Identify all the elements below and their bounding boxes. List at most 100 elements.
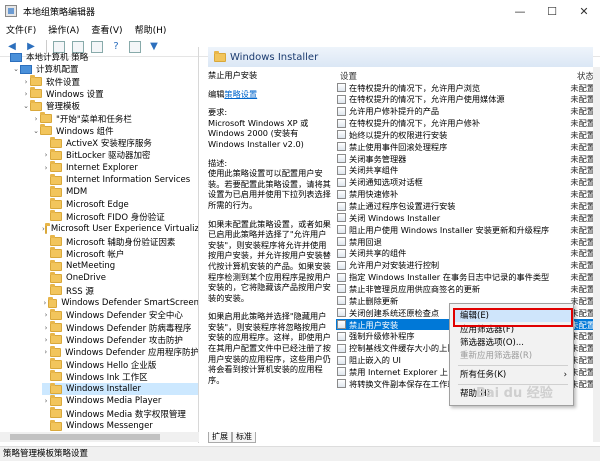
tree-item[interactable]: › Windows Defender SmartScreen [42, 296, 198, 309]
tree-horizontal-scrollbar[interactable] [0, 432, 199, 442]
setting-row[interactable]: 关闭通知选项对话框 未配置 [336, 177, 595, 188]
tree-item[interactable]: › BitLocker 驱动器加密 [42, 148, 198, 161]
setting-row[interactable]: 关闭事务管理器 未配置 [336, 153, 595, 164]
setting-row[interactable]: 禁止通过程序包设置进行安装 未配置 [336, 201, 595, 212]
menu-item-filter-options[interactable]: 筛选器选项(O)... [454, 337, 571, 349]
chevron-right-icon[interactable]: › [42, 348, 50, 356]
tree-item-label: Windows 组件 [56, 126, 114, 137]
setting-row[interactable]: 阻止用户使用 Windows Installer 安装更新和升级程序 未配置 [336, 224, 595, 235]
column-header-setting[interactable]: 设置 [340, 70, 357, 82]
setting-row[interactable]: 指定 Windows Installer 在事务日志中记录的事件类型 未配置 [336, 272, 595, 283]
tree-item[interactable]: MDM [42, 185, 198, 198]
chevron-right-icon[interactable]: › [42, 151, 50, 159]
setting-name: 关闭通知选项对话框 [349, 177, 423, 188]
edit-policy-link[interactable]: 策略设置 [224, 89, 257, 99]
menu-file[interactable]: 文件(F) [0, 23, 42, 36]
tree-item[interactable]: RSS 源 [42, 284, 198, 297]
setting-row[interactable]: 禁止非管理员应用供应商签名的更新 未配置 [336, 283, 595, 294]
tree-item[interactable]: ⌄ 计算机配置 [12, 63, 198, 76]
setting-state: 未配置 [570, 224, 595, 235]
tree-item[interactable]: 本地计算机 策略 [2, 51, 198, 63]
maximize-button[interactable]: ☐ [536, 0, 568, 22]
setting-state: 未配置 [570, 94, 595, 105]
setting-row[interactable]: 禁用快速修补 未配置 [336, 189, 595, 200]
setting-row[interactable]: 始终以提升的权限进行安装 未配置 [336, 129, 595, 140]
setting-row[interactable]: 关闭共享的组件 未配置 [336, 248, 595, 259]
chevron-down-icon[interactable]: ⌄ [12, 65, 20, 73]
setting-row[interactable]: 禁止使用事件回滚处理程序 未配置 [336, 141, 595, 152]
chevron-right-icon[interactable]: › [42, 299, 48, 307]
tree-item[interactable]: › Windows Defender 应用程序防护 [42, 345, 198, 358]
settings-vertical-scrollbar[interactable] [593, 67, 600, 442]
policy-setting-icon [337, 154, 346, 164]
chevron-right-icon[interactable]: › [22, 90, 30, 98]
tab-extended[interactable]: 扩展 [208, 432, 232, 443]
tree-item[interactable]: Microsoft 辅助身份验证因素 [42, 235, 198, 248]
setting-row[interactable]: 关闭共享组件 未配置 [336, 165, 595, 176]
description-paragraph-2: 如果未配置此策略设置，或者如果已启用此策略并选择了"允许用户安装"，则安装程序将… [208, 218, 331, 303]
tree-item[interactable]: › Windows 设置 [22, 87, 198, 100]
tree-item[interactable]: Microsoft 帐户 [42, 247, 198, 260]
setting-name: 允许用户对安装进行控制 [349, 260, 440, 271]
chevron-right-icon[interactable]: › [32, 115, 40, 123]
tree-item[interactable]: Windows Ink 工作区 [42, 370, 198, 383]
chevron-right-icon[interactable]: › [42, 164, 50, 172]
setting-row[interactable]: 在特权提升的情况下，允许用户使用媒体源 未配置 [336, 94, 595, 105]
tree-item-label: 计算机配置 [36, 65, 79, 76]
chevron-right-icon[interactable]: › [42, 324, 50, 332]
chevron-right-icon[interactable]: › [22, 78, 30, 86]
setting-row[interactable]: 在特权提升的情况下，允许用户修补 未配置 [336, 118, 595, 129]
setting-row[interactable]: 在特权提升的情况下，允许用户浏览 未配置 [336, 82, 595, 93]
menu-item-all-tasks[interactable]: 所有任务(K) › [454, 369, 571, 381]
tree-item[interactable]: › 软件设置 [22, 75, 198, 88]
tree-item-label: Microsoft Edge [66, 199, 129, 210]
setting-state: 未配置 [570, 106, 595, 117]
menu-view[interactable]: 查看(V) [85, 23, 128, 36]
tree-item[interactable]: OneDrive [42, 271, 198, 284]
chevron-right-icon[interactable]: › [42, 311, 50, 319]
menu-help[interactable]: 帮助(H) [129, 23, 173, 36]
policy-setting-icon [337, 320, 346, 329]
tree-item-label: RSS 源 [66, 286, 94, 297]
setting-row[interactable]: 禁用回退 未配置 [336, 236, 595, 247]
tree-item[interactable]: › "开始"菜单和任务栏 [32, 112, 198, 125]
tree-item[interactable]: Microsoft Edge [42, 198, 198, 211]
tree-item[interactable]: Windows Installer [42, 382, 198, 396]
setting-row[interactable]: 关闭 Windows Installer 未配置 [336, 212, 595, 223]
setting-row[interactable]: 允许用户修补提升的产品 未配置 [336, 106, 595, 117]
tree-item[interactable]: Microsoft FIDO 身份验证 [42, 210, 198, 223]
chevron-right-icon[interactable]: › [42, 336, 50, 344]
tree-item[interactable]: › Windows Defender 防病毒程序 [42, 321, 198, 334]
folder-icon [50, 308, 62, 320]
tree-item-label: "开始"菜单和任务栏 [56, 114, 132, 125]
tab-standard[interactable]: 标准 [232, 432, 256, 443]
window-title: 本地组策略编辑器 [23, 7, 96, 18]
chevron-right-icon[interactable]: › [42, 397, 50, 405]
menu-action[interactable]: 操作(A) [42, 23, 85, 36]
tree-item[interactable]: NetMeeting [42, 259, 198, 272]
tree-item[interactable]: ⌄ Windows 组件 [32, 124, 198, 137]
tree-item[interactable]: Windows Hello 企业版 [42, 358, 198, 371]
tree-item[interactable]: Windows Media 数字权限管理 [42, 407, 198, 420]
tree-item[interactable]: › Windows Defender 安全中心 [42, 308, 198, 321]
menu-item-reapply-filter[interactable]: 重新应用筛选器(R) [454, 350, 571, 362]
tree-item[interactable]: › Windows Media Player [42, 394, 198, 407]
tree-item[interactable]: ⌄ 管理模板 [22, 99, 198, 112]
tree-item[interactable]: ActiveX 安装程序服务 [42, 136, 198, 149]
setting-name: 在特权提升的情况下，允许用户使用媒体源 [349, 94, 505, 105]
folder-icon [40, 112, 52, 123]
chevron-down-icon[interactable]: ⌄ [22, 102, 30, 110]
close-button[interactable]: ✕ [568, 0, 600, 22]
tree-item[interactable]: Windows Messenger [42, 419, 198, 432]
setting-name: 在特权提升的情况下，允许用户修补 [349, 118, 481, 129]
minimize-button[interactable]: — [504, 0, 536, 22]
column-header-state[interactable]: 状态 [577, 70, 594, 82]
tree-item[interactable]: › Windows Defender 攻击防护 [42, 333, 198, 346]
chevron-down-icon[interactable]: ⌄ [32, 127, 40, 135]
tree-item-label: OneDrive [66, 273, 106, 284]
title-bar: 本地组策略编辑器 — ☐ ✕ [0, 0, 600, 22]
tree-item[interactable]: Internet Information Services [42, 173, 198, 186]
setting-row[interactable]: 允许用户对安装进行控制 未配置 [336, 260, 595, 271]
tree-item[interactable]: › Microsoft User Experience Virtualiz [42, 222, 198, 235]
tree-item[interactable]: › Internet Explorer [42, 161, 198, 174]
